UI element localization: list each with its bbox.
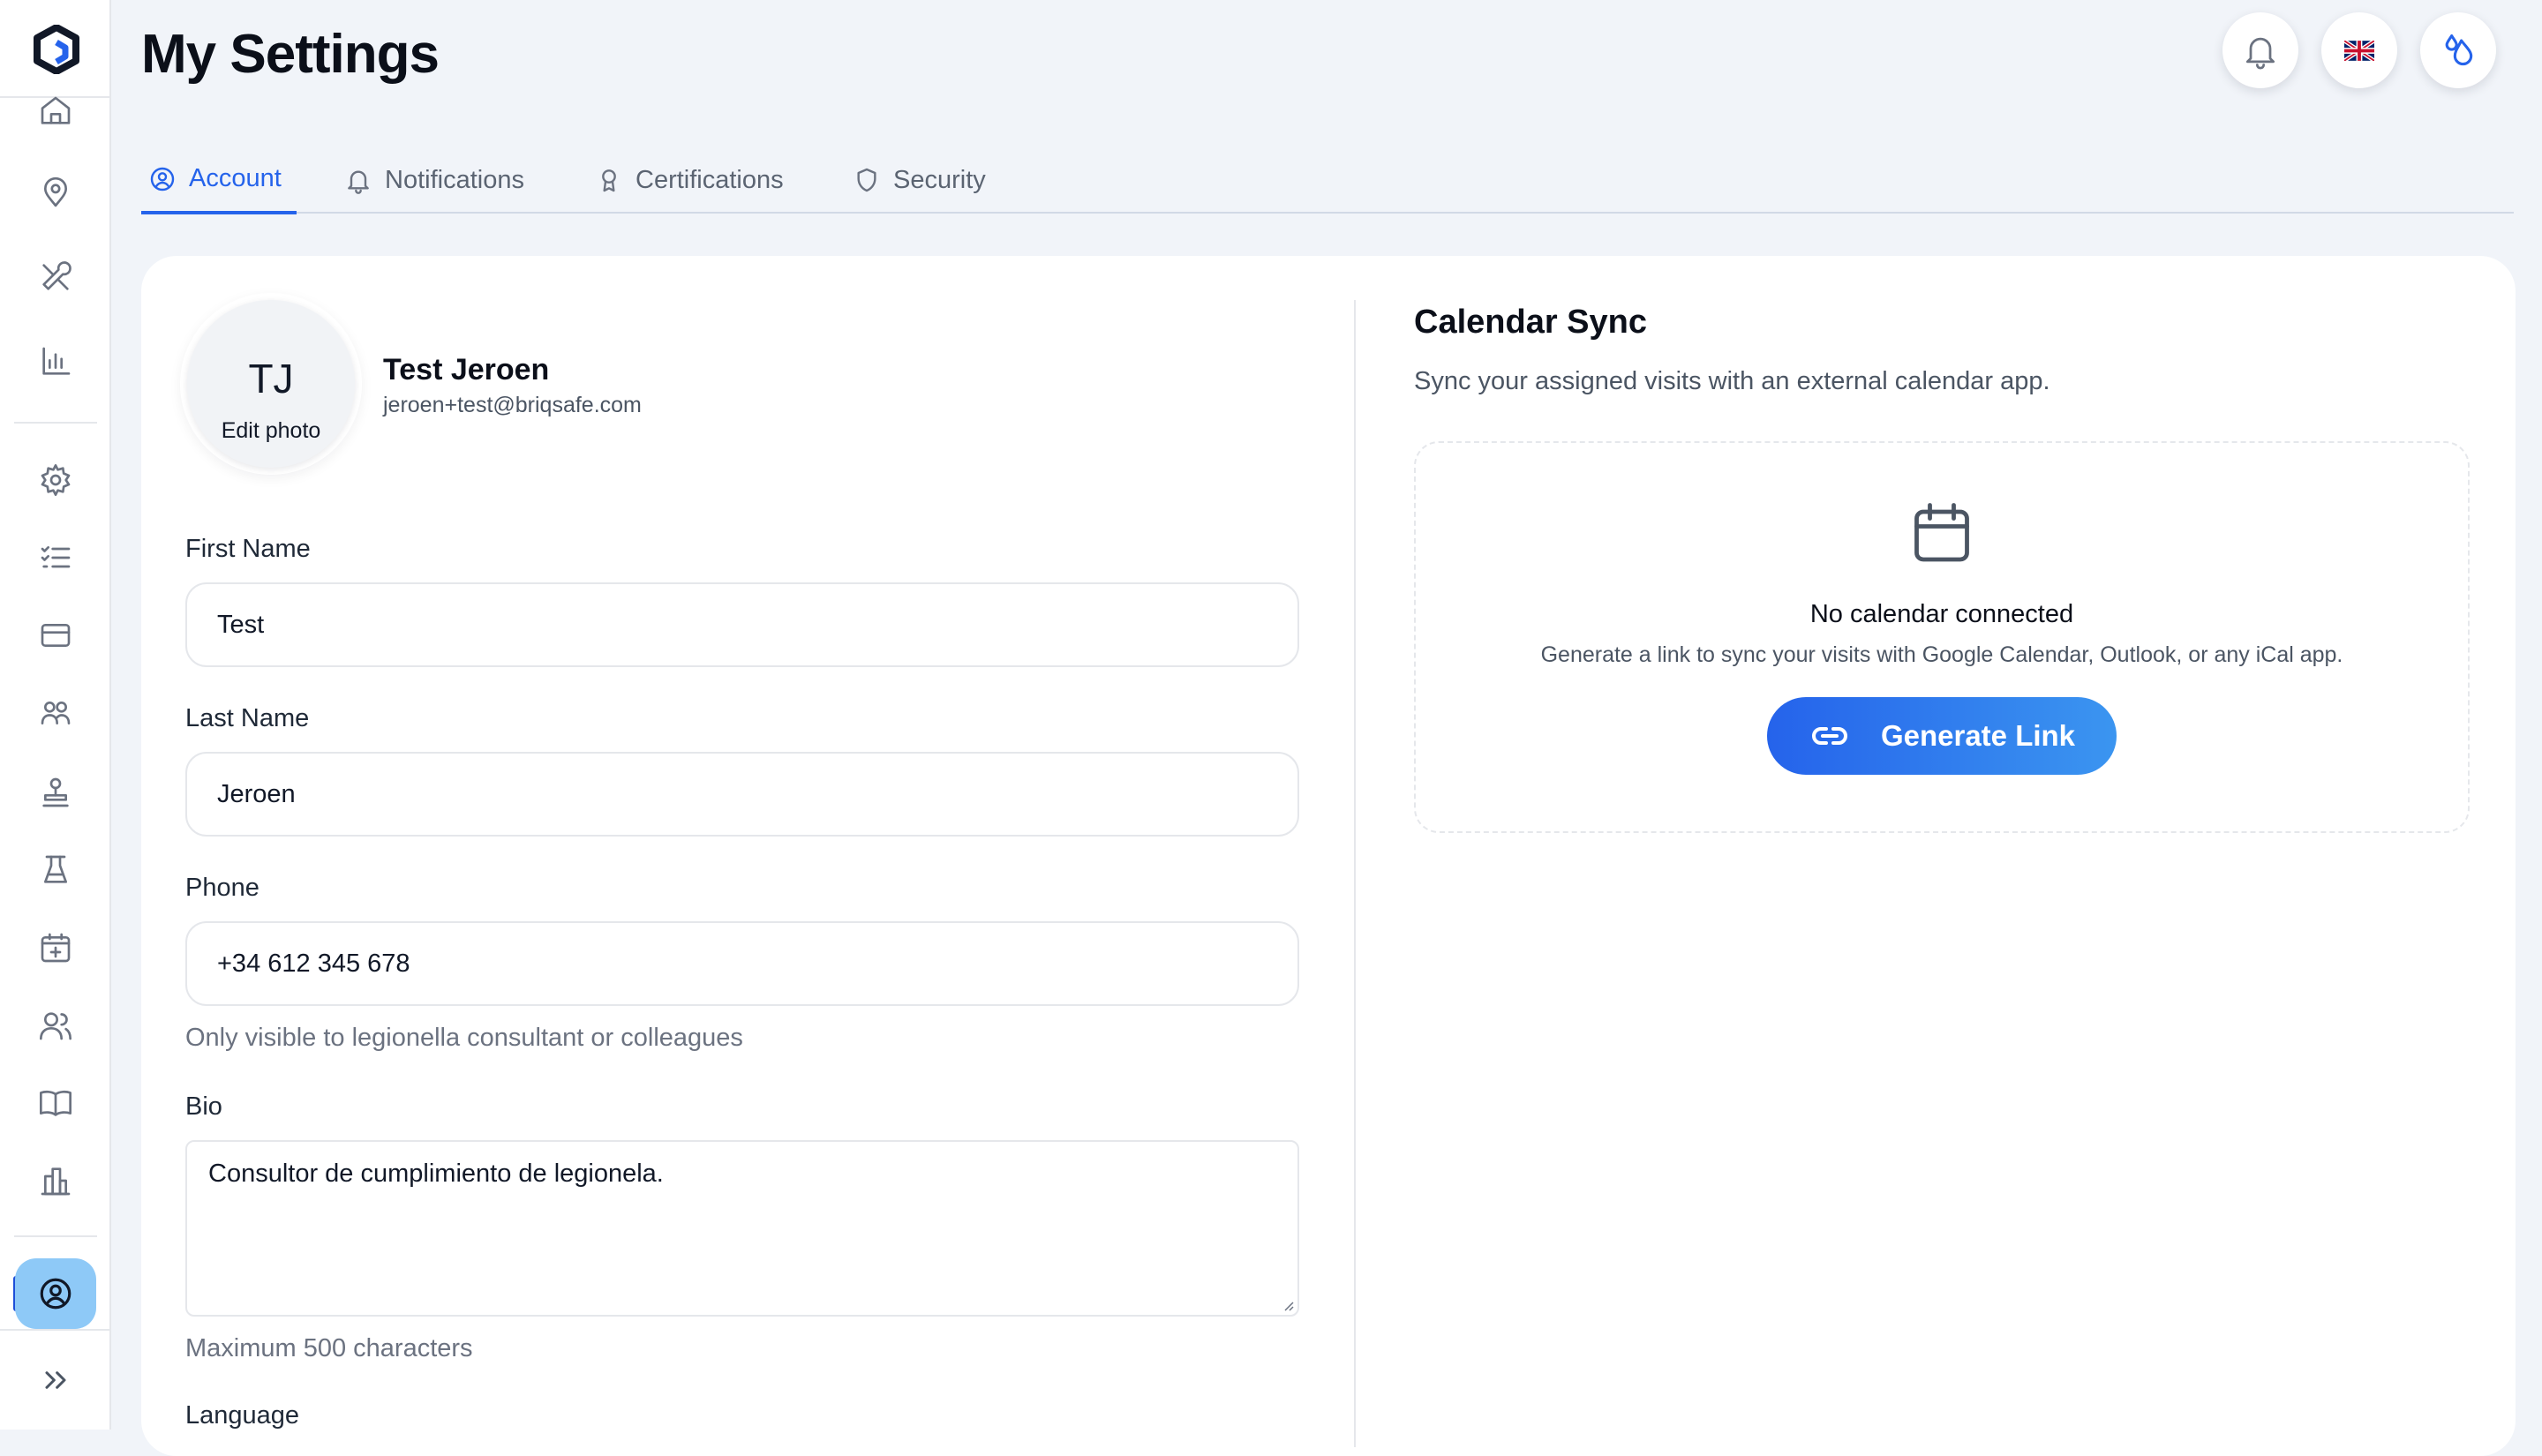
last-name-label: Last Name [185,704,310,732]
tab-label: Account [189,164,282,192]
sidebar-item-calendar[interactable] [36,928,75,967]
column-divider [1354,300,1356,1447]
shield-icon [857,168,876,192]
sidebar [0,0,111,1430]
credit-card-icon [41,624,71,647]
users-icon [40,1012,71,1040]
tab-label: Notifications [385,165,524,194]
checklist-icon [41,546,71,568]
bar-chart-icon [42,347,71,375]
calendar-plus-icon [41,933,71,963]
resize-handle-icon[interactable] [1282,1299,1294,1311]
no-calendar-title: No calendar connected [1809,600,2074,628]
notifications-button[interactable] [2222,12,2298,88]
tab-certifications[interactable]: Certifications [595,146,784,214]
lab-flask-icon [44,855,67,883]
sidebar-item-my-settings[interactable] [15,1258,96,1329]
bell-icon [2245,37,2275,70]
first-name-label: First Name [185,535,311,563]
sidebar-item-users[interactable] [36,1006,75,1045]
phone-input[interactable] [185,921,1299,1006]
sidebar-item-analytics[interactable] [36,342,75,381]
water-drops-icon [2445,34,2473,66]
tab-label: Certifications [636,165,784,194]
language-button[interactable] [2321,12,2397,88]
app-logo-icon[interactable] [34,25,79,74]
map-pin-icon [44,176,67,207]
sidebar-item-stamps[interactable] [36,773,75,812]
first-name-input[interactable] [185,582,1299,667]
last-name-input[interactable] [185,752,1299,837]
sidebar-divider [14,1235,97,1237]
calendar-icon [1914,503,1969,562]
brand-button[interactable] [2420,12,2496,88]
sidebar-item-settings[interactable] [36,461,75,499]
sidebar-item-buildings[interactable] [36,1161,75,1200]
user-email: jeroen+test@briqsafe.com [383,393,642,417]
uk-flag-icon [2344,40,2374,61]
tools-icon [42,261,71,290]
calendar-sync-subtitle: Sync your assigned visits with an extern… [1414,367,2050,395]
sidebar-expand-button[interactable] [36,1361,75,1400]
language-label: Language [185,1401,300,1430]
sidebar-item-teams[interactable] [36,694,75,732]
user-circle-icon [150,167,175,191]
stamp-icon [42,777,69,807]
building-icon [41,1167,71,1196]
sidebar-item-tools[interactable] [36,258,75,296]
bio-hint: Maximum 500 characters [185,1334,473,1362]
chevrons-right-icon [45,1371,66,1389]
settings-tabs: Account Notifications Certifications Sec… [141,146,2514,214]
sidebar-item-lab[interactable] [36,851,75,889]
link-icon [1812,727,1847,745]
phone-label: Phone [185,874,259,902]
tab-security[interactable]: Security [853,146,986,214]
bio-textarea[interactable]: Consultor de cumplimiento de legionela. [185,1140,1299,1317]
sidebar-divider [0,1329,111,1331]
sidebar-item-home[interactable] [36,92,75,131]
gear-icon [41,464,71,496]
user-circle-icon [40,1278,71,1310]
page-title: My Settings [141,24,440,85]
generate-link-label: Generate Link [1880,719,2076,752]
sidebar-item-locations[interactable] [36,173,75,212]
tab-notifications[interactable]: Notifications [344,146,524,214]
home-icon [41,96,71,124]
sidebar-divider [14,422,97,424]
phone-hint: Only visible to legionella consultant or… [185,1024,743,1052]
book-open-icon [40,1090,71,1116]
avatar[interactable]: TJ Edit photo [187,300,355,468]
tab-account[interactable]: Account [141,146,297,214]
avatar-initials: TJ [248,356,294,402]
generate-link-button[interactable]: Generate Link [1767,697,2117,775]
team-icon [41,702,71,724]
award-icon [602,169,616,192]
bell-icon [348,170,369,194]
bio-label: Bio [185,1092,222,1121]
sidebar-item-billing[interactable] [36,616,75,655]
sidebar-item-tasks[interactable] [36,538,75,577]
sidebar-item-docs[interactable] [36,1084,75,1122]
calendar-sync-title: Calendar Sync [1414,304,1647,341]
no-calendar-description: Generate a link to sync your visits with… [1540,642,2343,667]
tab-label: Security [893,165,986,194]
edit-photo-button[interactable]: Edit photo [187,418,355,444]
user-name: Test Jeroen [383,353,550,387]
